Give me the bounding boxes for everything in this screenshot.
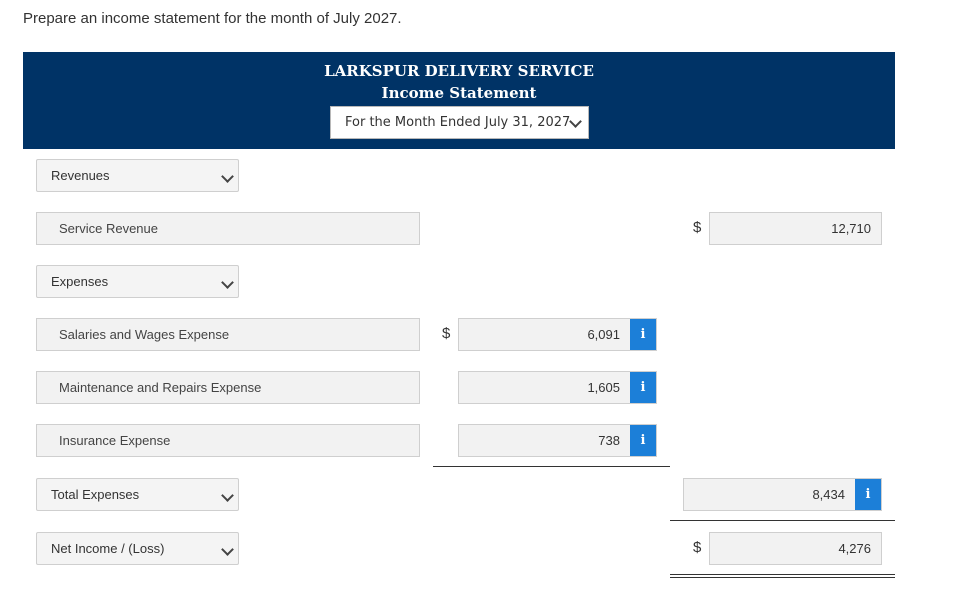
maintenance-expense-amount[interactable]: 1,605 i (458, 371, 657, 404)
period-dropdown-value: For the Month Ended July 31, 2027 (345, 115, 571, 130)
chevron-down-icon (221, 489, 234, 502)
service-revenue-field[interactable]: Service Revenue (36, 212, 420, 245)
dollar-sign: $ (693, 219, 702, 236)
service-revenue-amount[interactable]: 12,710 (709, 212, 882, 245)
info-icon[interactable]: i (630, 319, 656, 350)
chevron-down-icon (221, 170, 234, 183)
instruction-text: Prepare an income statement for the mont… (23, 10, 402, 27)
total-expenses-value: 8,434 (812, 487, 845, 502)
total-expenses-amount[interactable]: 8,434 i (683, 478, 882, 511)
company-name: LARKSPUR DELIVERY SERVICE (324, 62, 594, 80)
salaries-expense-amount[interactable]: 6,091 i (458, 318, 657, 351)
total-expenses-dropdown[interactable]: Total Expenses (36, 478, 239, 511)
subtotal-rule (433, 466, 670, 467)
expenses-dropdown-value: Expenses (51, 274, 109, 289)
insurance-expense-value: 738 (598, 433, 620, 448)
revenues-dropdown-value: Revenues (51, 168, 110, 183)
double-rule-bottom (670, 577, 895, 578)
maintenance-expense-value: 1,605 (587, 380, 620, 395)
revenues-dropdown[interactable]: Revenues (36, 159, 239, 192)
insurance-expense-field[interactable]: Insurance Expense (36, 424, 420, 457)
net-income-amount[interactable]: 4,276 (709, 532, 882, 565)
statement-header: LARKSPUR DELIVERY SERVICE Income Stateme… (23, 52, 895, 149)
salaries-expense-value: 6,091 (587, 327, 620, 342)
salaries-expense-field[interactable]: Salaries and Wages Expense (36, 318, 420, 351)
dollar-sign: $ (693, 539, 702, 556)
dollar-sign: $ (442, 325, 451, 342)
info-icon[interactable]: i (855, 479, 881, 510)
net-income-dropdown[interactable]: Net Income / (Loss) (36, 532, 239, 565)
chevron-down-icon (569, 115, 582, 128)
total-expenses-dropdown-value: Total Expenses (51, 487, 140, 502)
insurance-expense-amount[interactable]: 738 i (458, 424, 657, 457)
info-icon[interactable]: i (630, 425, 656, 456)
chevron-down-icon (221, 276, 234, 289)
net-income-dropdown-value: Net Income / (Loss) (51, 541, 165, 556)
total-rule (670, 520, 895, 521)
expenses-dropdown[interactable]: Expenses (36, 265, 239, 298)
double-rule-top (670, 574, 895, 575)
statement-title: Income Statement (381, 84, 537, 102)
info-icon[interactable]: i (630, 372, 656, 403)
period-dropdown[interactable]: For the Month Ended July 31, 2027 (330, 106, 589, 139)
chevron-down-icon (221, 543, 234, 556)
maintenance-expense-field[interactable]: Maintenance and Repairs Expense (36, 371, 420, 404)
